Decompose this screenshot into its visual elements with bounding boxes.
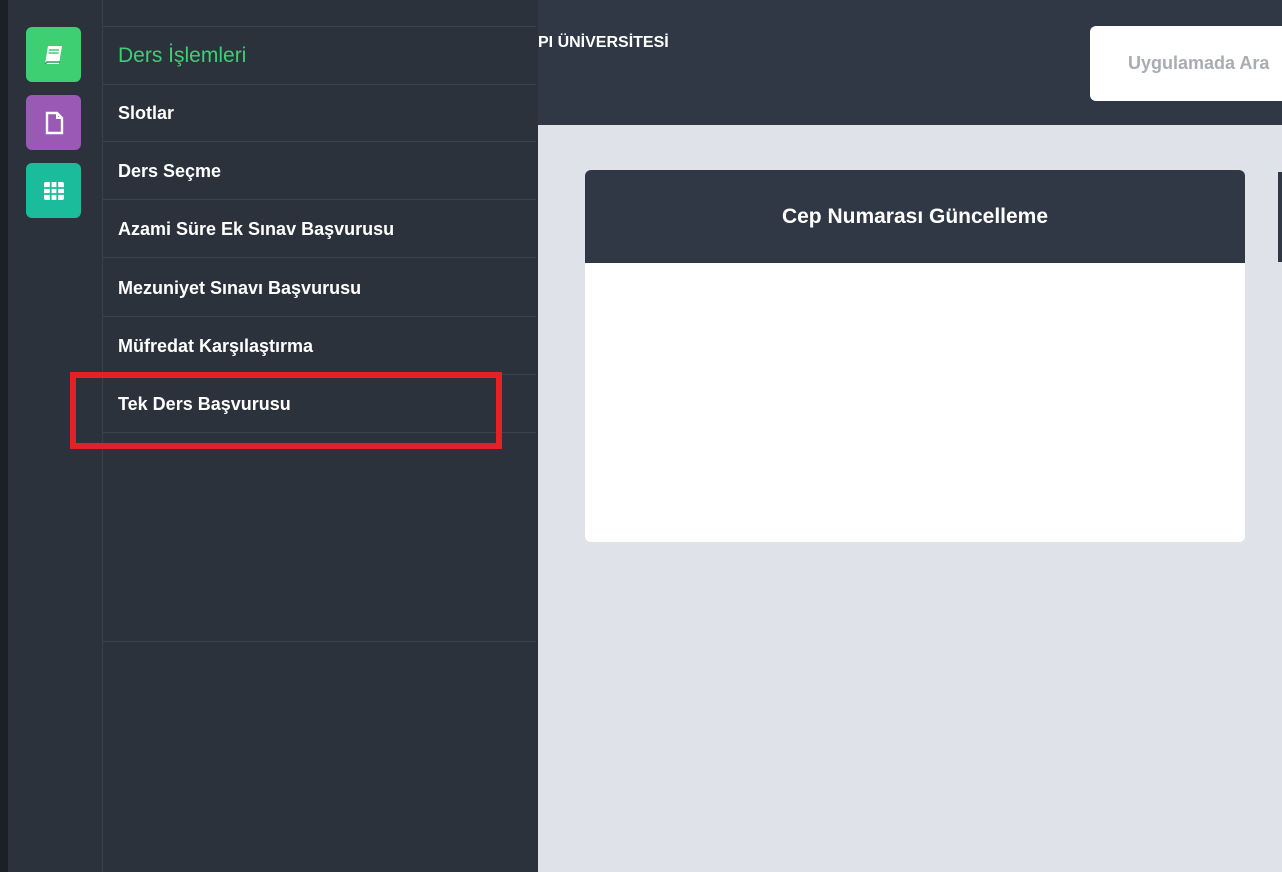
menu-item-label: Müfredat Karşılaştırma xyxy=(118,335,314,356)
book-icon xyxy=(44,45,62,64)
next-card-edge xyxy=(1278,172,1282,262)
grid-icon xyxy=(43,181,64,200)
app-icon-rail xyxy=(8,0,102,872)
app-book-button[interactable] xyxy=(26,27,81,82)
document-icon xyxy=(45,111,63,134)
menu-item-tek-ders-basvurusu[interactable]: Tek Ders Başvurusu xyxy=(103,376,536,433)
search-input[interactable] xyxy=(1090,26,1282,101)
menu-divider xyxy=(103,641,536,642)
university-title: PI ÜNİVERSİTESİ xyxy=(538,34,669,51)
menu-item-mezuniyet-sinavi[interactable]: Mezuniyet Sınavı Başvurusu xyxy=(103,260,536,317)
menu-item-label: Tek Ders Başvurusu xyxy=(118,393,291,414)
menu-item-label: Mezuniyet Sınavı Başvurusu xyxy=(118,277,362,298)
menu-item-mufredat[interactable]: Müfredat Karşılaştırma xyxy=(103,318,536,375)
submenu-panel: Ders İşlemleri Slotlar Ders Seçme Azami … xyxy=(103,0,538,872)
menu-section-ders-islemleri[interactable]: Ders İşlemleri xyxy=(103,28,536,85)
section-title: Ders İşlemleri xyxy=(118,44,247,67)
app-document-button[interactable] xyxy=(26,95,81,150)
window-edge xyxy=(0,0,8,872)
menu-item-label: Azami Süre Ek Sınav Başvurusu xyxy=(118,218,395,239)
menu-item-slotlar[interactable]: Slotlar xyxy=(103,85,536,142)
card-title: Cep Numarası Güncelleme xyxy=(585,170,1245,263)
menu-item-ders-secme[interactable]: Ders Seçme xyxy=(103,143,536,200)
phone-update-card: Cep Numarası Güncelleme xyxy=(585,170,1245,542)
app-grid-button[interactable] xyxy=(26,163,81,218)
menu-item-label: Slotlar xyxy=(118,102,175,123)
menu-divider xyxy=(103,26,536,27)
menu-item-label: Ders Seçme xyxy=(118,160,222,181)
menu-item-azami-sure[interactable]: Azami Süre Ek Sınav Başvurusu xyxy=(103,201,536,258)
